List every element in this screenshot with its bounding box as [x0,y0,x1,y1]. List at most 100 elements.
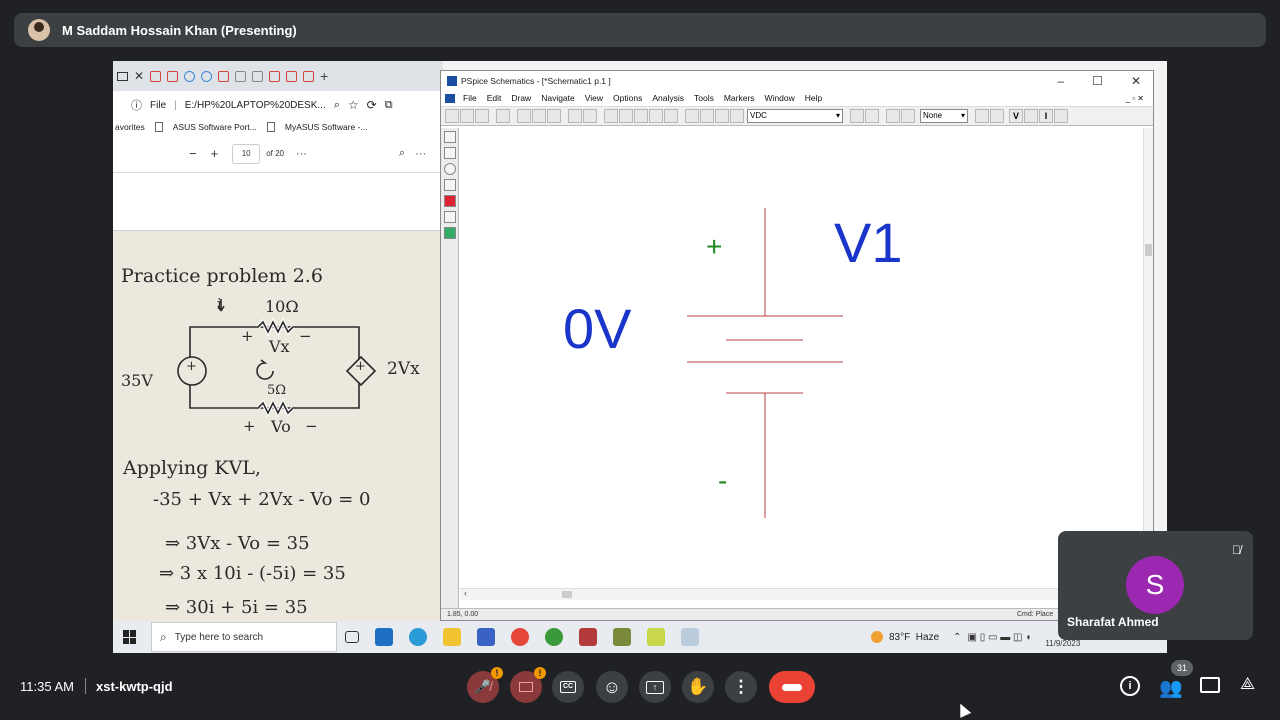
zoom-in-icon[interactable] [619,109,633,123]
get-part-icon[interactable] [730,109,744,123]
maximize-icon[interactable]: ☐ [1092,74,1103,88]
pdf-more-icon[interactable]: ··· [415,148,426,160]
zoom-fit-icon[interactable] [664,109,678,123]
edit-symbol-icon[interactable] [865,109,879,123]
favorite-item[interactable]: avorites [115,122,145,132]
raise-hand-button[interactable]: ✋ [682,671,714,703]
tray-chevron-icon[interactable]: ⌃ [953,632,961,643]
leave-call-button[interactable] [769,671,815,703]
voltage-diff-icon[interactable] [1024,109,1038,123]
zoom-icon[interactable]: ⌕ [334,99,340,112]
menu-window[interactable]: Window [760,93,800,103]
picture-icon[interactable] [443,227,456,239]
visual-studio-icon[interactable] [477,628,495,646]
captions-button[interactable]: CC [552,671,584,703]
android-studio-icon[interactable] [545,628,563,646]
favorite-item[interactable]: ASUS Software Port... [173,122,257,132]
text-icon[interactable] [443,211,456,223]
address-input[interactable]: E:/HP%20LAPTOP%20DESK... [185,100,326,111]
emoji-button[interactable]: ☺ [596,671,628,703]
meeting-info-icon[interactable]: i [1120,676,1140,696]
current-into-pin-icon[interactable] [1054,109,1068,123]
pdf-tab-icon[interactable] [218,70,230,82]
tab-actions-icon[interactable] [117,71,128,81]
edge-tab-icon[interactable] [201,70,213,82]
component-reference[interactable]: V1 [834,211,903,274]
pdf-tab-icon[interactable] [167,70,179,82]
pdf-tab-icon[interactable] [286,70,298,82]
horizontal-scrollbar[interactable]: ‹ [460,588,1143,600]
probe-select[interactable]: None [920,109,968,123]
setup-analysis-icon[interactable] [886,109,900,123]
current-marker-button[interactable]: I [1039,109,1053,123]
pspice-taskbar-icon[interactable] [647,628,665,646]
pdf-tab-icon[interactable] [303,70,315,82]
color-icon[interactable] [443,195,456,207]
weather-icon[interactable] [871,631,883,643]
paste-icon[interactable] [547,109,561,123]
component-value[interactable]: 0V [563,297,632,360]
split-screen-icon[interactable]: ⧉ [385,99,393,112]
favorite-item[interactable]: MyASUS Software -... [285,122,368,132]
mail-icon[interactable] [375,628,393,646]
menu-draw[interactable]: Draw [506,93,536,103]
app-icon[interactable] [579,628,597,646]
menu-help[interactable]: Help [800,93,827,103]
more-options-icon[interactable]: ··· [296,148,307,160]
chat-icon[interactable] [1200,677,1220,693]
probe-icon[interactable] [681,628,699,646]
page-number-input[interactable]: 10 [232,143,261,164]
favorite-star-icon[interactable]: ☆ [348,98,359,112]
windows-start-icon[interactable] [123,630,137,644]
task-view-icon[interactable] [345,631,359,643]
menu-view[interactable]: View [580,93,608,103]
undo-icon[interactable] [568,109,582,123]
menu-tools[interactable]: Tools [689,93,719,103]
menu-file[interactable]: File [458,93,482,103]
camera-toggle-button[interactable]: ! [510,667,546,703]
save-icon[interactable] [475,109,489,123]
weather-text[interactable]: 83°F Haze [889,632,939,643]
draw-block-icon[interactable] [715,109,729,123]
schematics-icon[interactable] [613,628,631,646]
menu-navigate[interactable]: Navigate [536,93,580,103]
voltage-marker-button[interactable]: V [1009,109,1023,123]
zoom-in-button[interactable]: + [211,146,219,161]
draw-arc-icon[interactable] [443,131,456,143]
simulate-icon[interactable] [901,109,915,123]
menu-options[interactable]: Options [608,93,647,103]
minimize-icon[interactable]: – [1057,74,1064,88]
pdf-search-icon[interactable]: ⌕ [399,147,405,160]
edge-icon[interactable] [409,628,427,646]
print-icon[interactable] [496,109,510,123]
zoom-out-icon[interactable] [634,109,648,123]
search-tab-icon[interactable] [235,70,247,82]
zoom-out-button[interactable]: − [189,146,197,161]
edge-tab-icon[interactable] [184,70,196,82]
people-icon[interactable]: 👥 [1159,676,1183,700]
child-window-controls[interactable]: _ ▫ ✕ [1121,94,1149,103]
draw-circle-icon[interactable] [443,163,456,175]
draw-bus-icon[interactable] [700,109,714,123]
new-icon[interactable] [445,109,459,123]
refresh-icon[interactable]: ⟳ [367,98,377,112]
new-tab-icon[interactable]: + [320,68,328,84]
taskbar-search-box[interactable]: ⌕ Type here to search [151,622,337,652]
schematic-canvas[interactable]: + - V1 0V [460,128,1142,588]
redraw-icon[interactable] [604,109,618,123]
pdf-tab-icon[interactable] [269,70,281,82]
tray-icons[interactable]: ▣ ▯ ▭ ▬ ◫ ◖ [968,632,1032,643]
page-tab-icon[interactable] [252,70,264,82]
part-name-select[interactable]: VDC [747,109,843,123]
open-icon[interactable] [460,109,474,123]
edit-attributes-icon[interactable] [850,109,864,123]
menu-analysis[interactable]: Analysis [647,93,689,103]
file-explorer-icon[interactable] [443,628,461,646]
present-button[interactable]: ↑ [639,671,671,703]
cut-icon[interactable] [517,109,531,123]
info-icon[interactable]: ⓘ [131,97,142,113]
zoom-area-icon[interactable] [649,109,663,123]
menu-markers[interactable]: Markers [719,93,760,103]
redo-icon[interactable] [583,109,597,123]
draw-polyline-icon[interactable] [443,179,456,191]
